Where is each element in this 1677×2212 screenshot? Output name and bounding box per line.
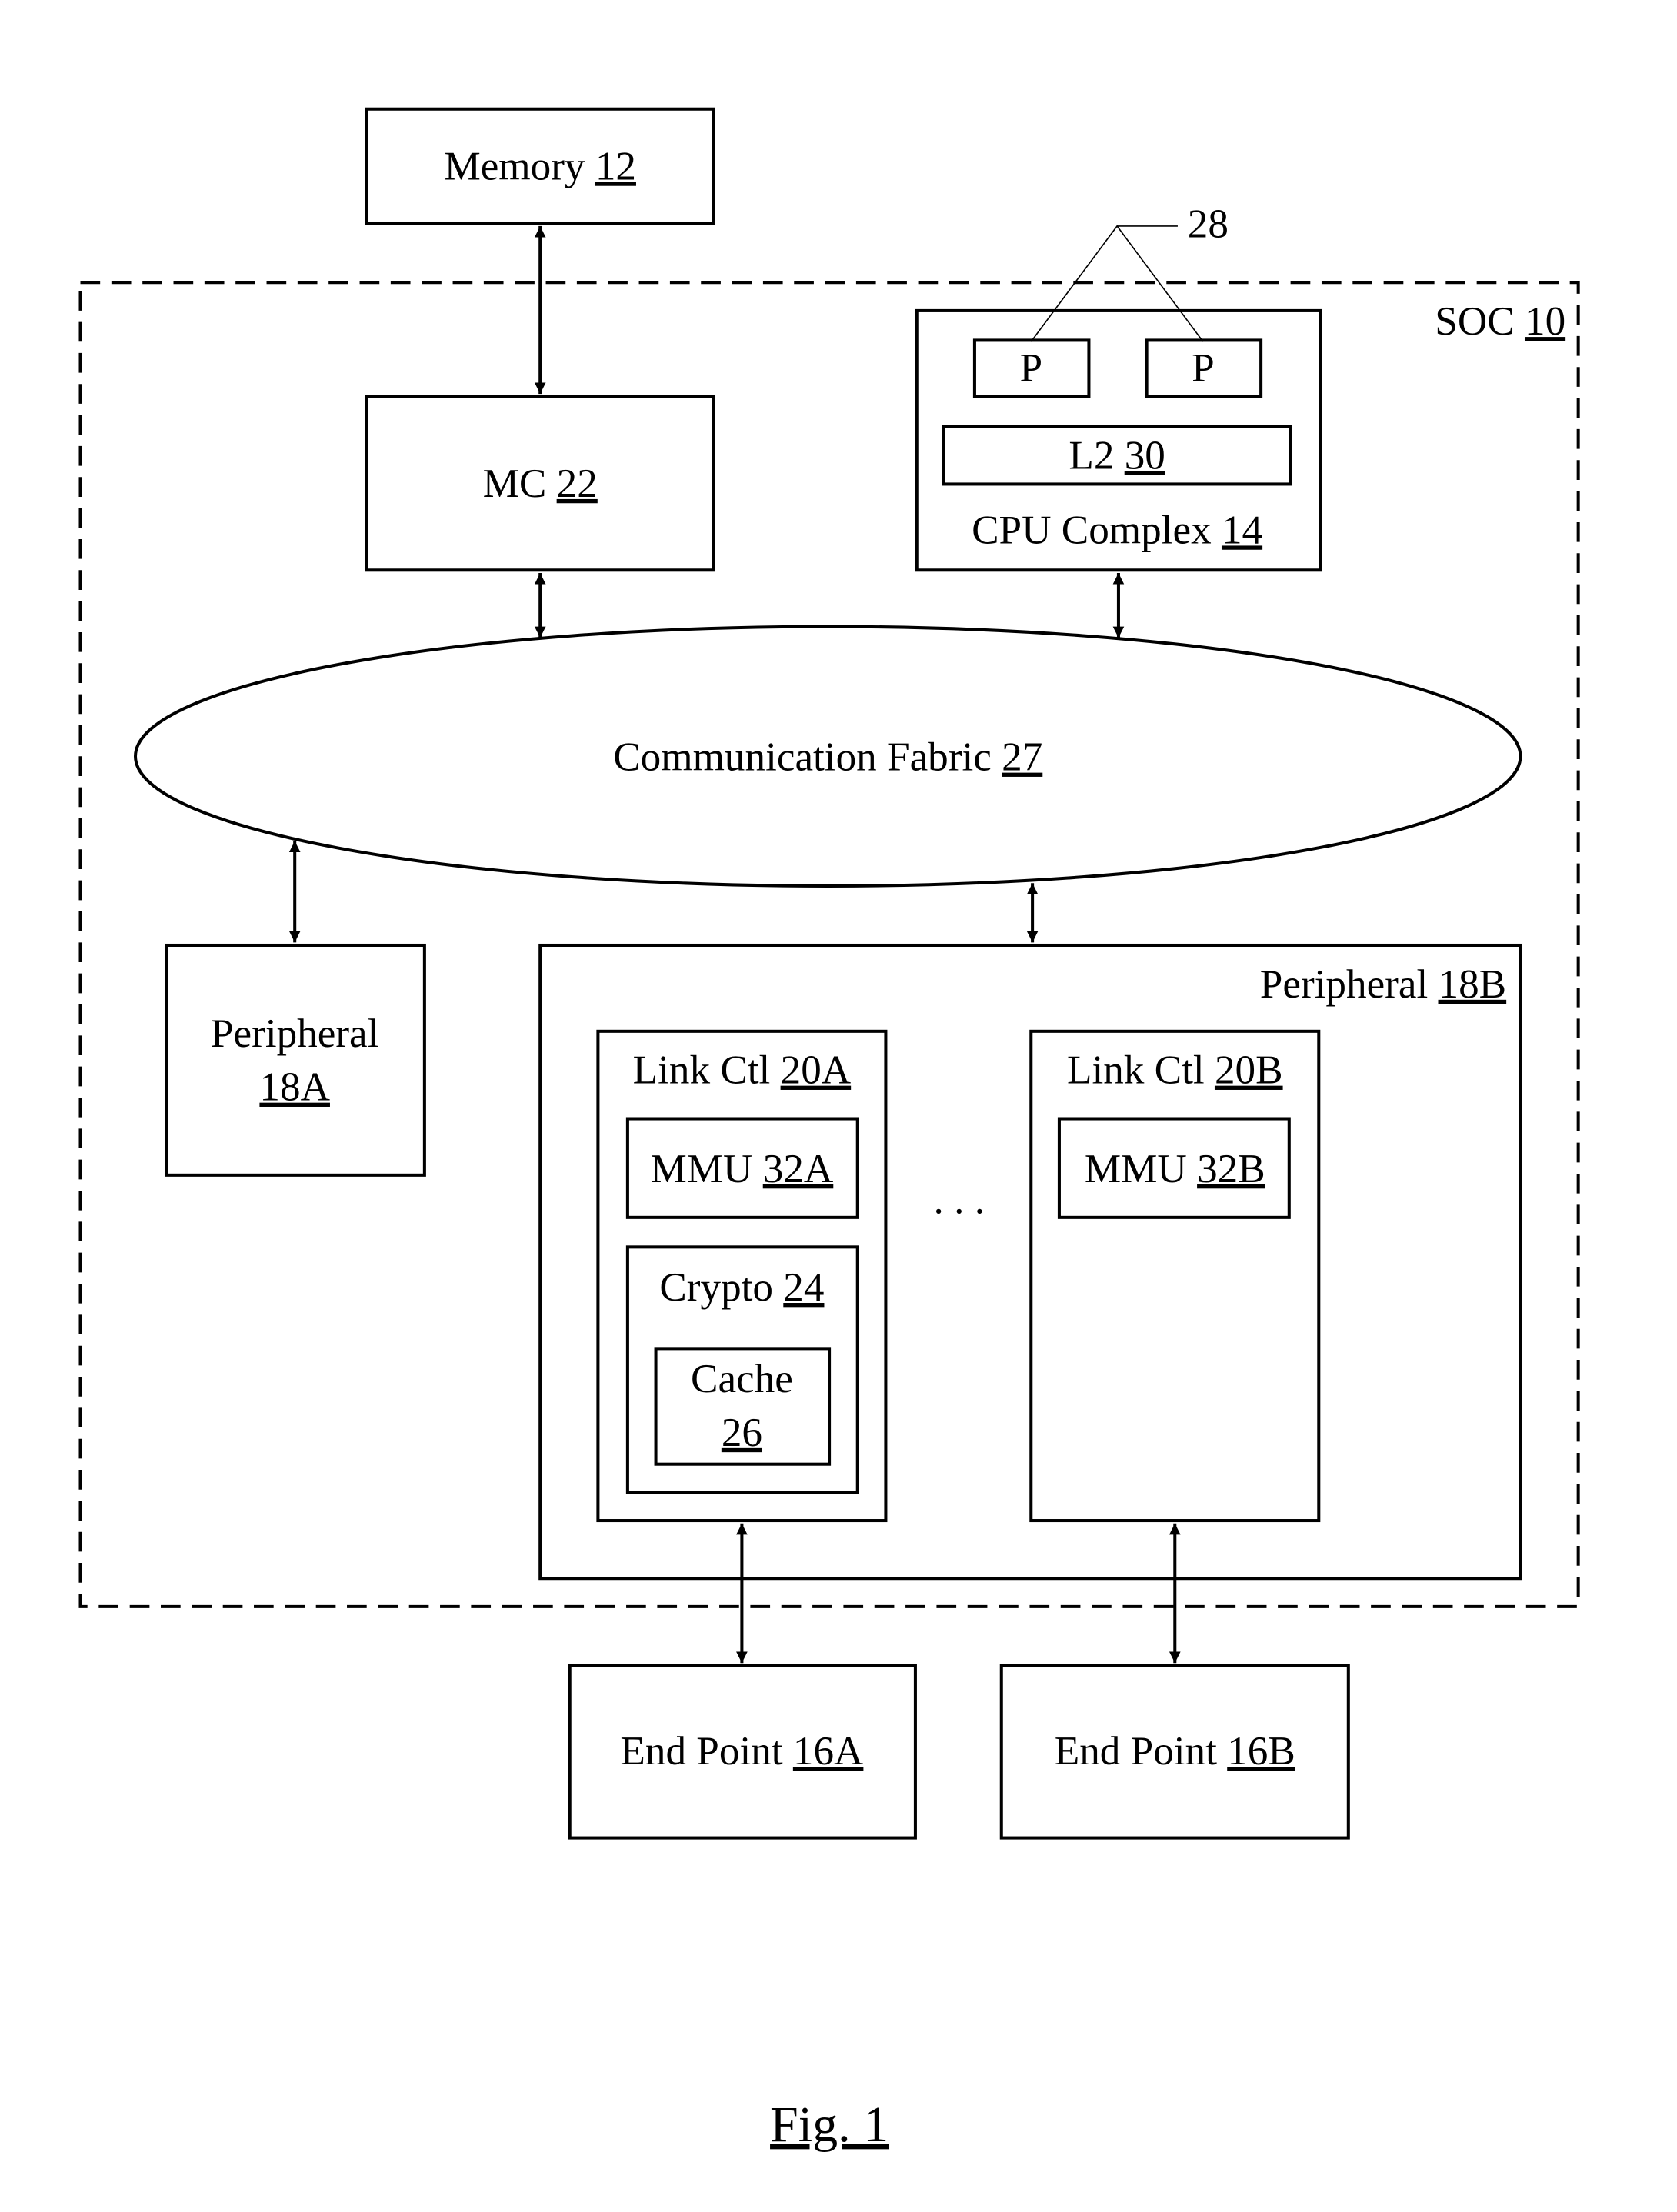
svg-text:Peripheral: Peripheral <box>211 1011 378 1056</box>
crypto-label: Crypto 24 <box>659 1264 824 1310</box>
link-ctl-a-block: Link Ctl 20A MMU 32A Crypto 24 Cache 26 <box>596 1029 888 1523</box>
svg-text:Memory 12: Memory 12 <box>444 143 636 188</box>
memory-controller-block: MC 22 <box>365 395 715 572</box>
processor-label: P <box>1192 345 1215 391</box>
ellipsis: . . . <box>934 1177 985 1222</box>
soc-block-diagram: SOC 10 Memory 12 MC 22 P P L2 30 CPU Com… <box>78 107 1580 2153</box>
svg-text:End Point 16A: End Point 16A <box>620 1728 863 1774</box>
communication-fabric: Communication Fabric 27 <box>133 625 1522 888</box>
svg-text:MC 22: MC 22 <box>483 461 598 506</box>
svg-text:18A: 18A <box>259 1064 330 1110</box>
soc-label: SOC 10 <box>1435 298 1565 344</box>
svg-text:Link Ctl 20A: Link Ctl 20A <box>633 1048 852 1093</box>
link-ctl-b-block: Link Ctl 20B MMU 32B <box>1029 1029 1321 1523</box>
processors-ref-label: 28 <box>1188 202 1229 247</box>
svg-text:End Point 16B: End Point 16B <box>1055 1728 1295 1774</box>
svg-text:Peripheral 18B: Peripheral 18B <box>1260 961 1506 1007</box>
mmu-b-label: MMU 32B <box>1085 1146 1265 1191</box>
processor-label: P <box>1019 345 1042 391</box>
cache-label: Cache <box>691 1356 793 1401</box>
svg-text:Communication Fabric 27: Communication Fabric 27 <box>613 735 1042 780</box>
endpoint-a-block: End Point 16A <box>568 1664 917 1840</box>
cpu-complex-block: P P L2 30 CPU Complex 14 <box>915 308 1322 572</box>
memory-block: Memory 12 <box>365 107 715 225</box>
peripheral-a-block: Peripheral 18A <box>165 943 426 1177</box>
figure-caption: Fig. 1 <box>770 2097 889 2153</box>
mmu-a-label: MMU 32A <box>651 1146 834 1191</box>
l2-label: L2 30 <box>1069 432 1165 478</box>
endpoint-b-block: End Point 16B <box>999 1664 1350 1840</box>
cpu-complex-label: CPU Complex 14 <box>972 507 1262 552</box>
cache-ref: 26 <box>722 1410 762 1455</box>
svg-text:Link Ctl 20B: Link Ctl 20B <box>1067 1048 1283 1093</box>
